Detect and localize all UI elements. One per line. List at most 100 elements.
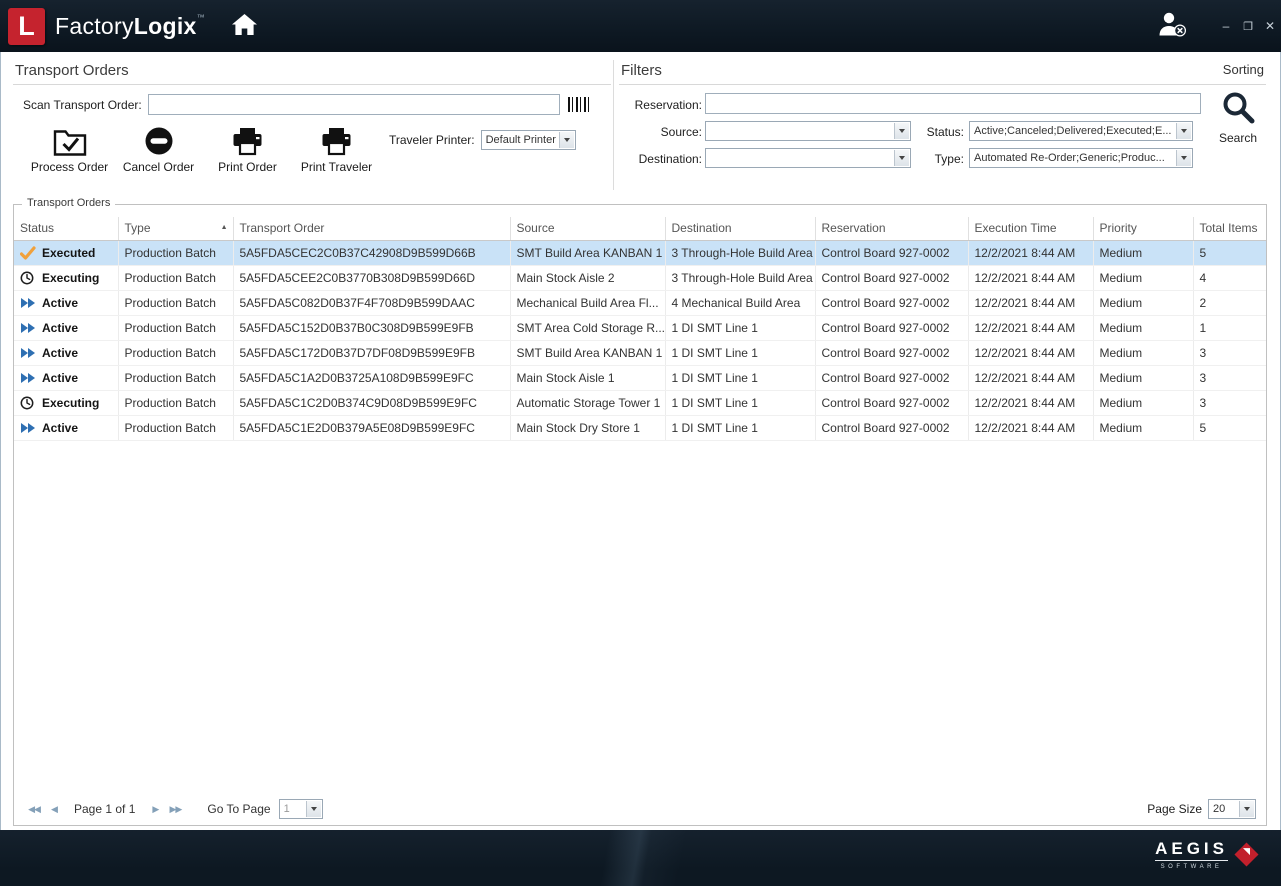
reservation-cell: Control Board 927-0002 [815, 365, 968, 390]
total-items-cell: 5 [1193, 240, 1266, 265]
print-traveler-button[interactable]: Print Traveler [292, 124, 381, 174]
status-text: Executing [42, 271, 99, 285]
status-text: Executed [42, 246, 95, 260]
chevron-down-icon[interactable] [894, 150, 909, 166]
execution-time-cell: 12/2/2021 8:44 AM [968, 415, 1093, 440]
source-cell: Main Stock Dry Store 1 [510, 415, 665, 440]
table-row[interactable]: Executing Production Batch 5A5FDA5C1C2D0… [14, 390, 1266, 415]
priority-cell: Medium [1093, 390, 1193, 415]
type-cell: Production Batch [118, 315, 233, 340]
active-arrow-icon [20, 422, 36, 434]
status-cell: Active [14, 315, 118, 340]
active-arrow-icon [20, 297, 36, 309]
total-items-cell: 4 [1193, 265, 1266, 290]
table-row[interactable]: Active Production Batch 5A5FDA5C082D0B37… [14, 290, 1266, 315]
transport-order-cell: 5A5FDA5C082D0B37F4F708D9B599DAAC [233, 290, 510, 315]
priority-cell: Medium [1093, 365, 1193, 390]
column-header-total-items[interactable]: Total Items [1193, 217, 1266, 240]
cancel-order-button[interactable]: Cancel Order [114, 124, 203, 174]
scan-transport-order-input[interactable] [148, 94, 560, 115]
process-order-icon [53, 124, 87, 156]
content-area: Transport Orders Scan Transport Order: P… [0, 52, 1281, 830]
logo-letter: L [18, 11, 35, 42]
column-header-transport-order[interactable]: Transport Order [233, 217, 510, 240]
page-size-select[interactable]: 20 [1208, 799, 1256, 819]
logout-user-button[interactable] [1155, 10, 1187, 42]
chevron-down-icon[interactable] [1176, 150, 1191, 166]
page-indicator: Page 1 of 1 [74, 802, 135, 816]
destination-cell: 1 DI SMT Line 1 [665, 415, 815, 440]
search-button[interactable]: Search [1211, 90, 1265, 145]
transport-order-cell: 5A5FDA5C1E2D0B379A5E08D9B599E9FC [233, 415, 510, 440]
transport-orders-panel-title: Transport Orders [13, 60, 611, 85]
chevron-down-icon[interactable] [306, 801, 321, 817]
table-row[interactable]: Active Production Batch 5A5FDA5C1A2D0B37… [14, 365, 1266, 390]
first-page-button[interactable]: ◀◀ [24, 800, 44, 818]
table-row[interactable]: Active Production Batch 5A5FDA5C152D0B37… [14, 315, 1266, 340]
print-order-button[interactable]: Print Order [203, 124, 292, 174]
user-logout-icon [1155, 24, 1187, 41]
table-row[interactable]: Executing Production Batch 5A5FDA5CEE2C0… [14, 265, 1266, 290]
chevron-down-icon[interactable] [559, 132, 574, 148]
total-items-cell: 3 [1193, 390, 1266, 415]
sort-ascending-icon: ▲ [221, 224, 228, 231]
traveler-printer-row: Traveler Printer: Default Printer [389, 130, 576, 150]
sorting-section-label[interactable]: Sorting [1223, 62, 1264, 77]
print-traveler-icon [321, 124, 352, 156]
status-text: Active [42, 296, 78, 310]
column-header-priority[interactable]: Priority [1093, 217, 1193, 240]
order-toolbar: Process Order Cancel Order Print Order P… [25, 124, 381, 174]
transport-order-cell: 5A5FDA5C1A2D0B3725A108D9B599E9FC [233, 365, 510, 390]
column-header-destination[interactable]: Destination [665, 217, 815, 240]
traveler-printer-select[interactable]: Default Printer [481, 130, 576, 150]
maximize-button[interactable]: ❐ [1237, 20, 1259, 33]
type-cell: Production Batch [118, 415, 233, 440]
priority-cell: Medium [1093, 290, 1193, 315]
priority-cell: Medium [1093, 315, 1193, 340]
minimize-button[interactable]: – [1215, 19, 1237, 33]
chevron-down-icon[interactable] [894, 123, 909, 139]
column-header-reservation[interactable]: Reservation [815, 217, 968, 240]
barcode-icon [568, 97, 592, 112]
goto-page-input[interactable]: 1 [279, 799, 323, 819]
source-cell: Mechanical Build Area Fl... [510, 290, 665, 315]
process-order-button[interactable]: Process Order [25, 124, 114, 174]
priority-cell: Medium [1093, 340, 1193, 365]
type-cell: Production Batch [118, 240, 233, 265]
next-page-button[interactable]: ▶ [145, 800, 165, 818]
home-icon [231, 24, 258, 39]
source-select[interactable] [705, 121, 911, 141]
close-button[interactable]: ✕ [1259, 19, 1281, 33]
goto-page-label: Go To Page [207, 802, 270, 816]
titlebar: L FactoryLogix™ – ❐ ✕ [0, 0, 1281, 52]
status-text: Active [42, 421, 78, 435]
column-header-status[interactable]: Status [14, 217, 118, 240]
table-row[interactable]: Active Production Batch 5A5FDA5C172D0B37… [14, 340, 1266, 365]
column-header-type[interactable]: Type▲ [118, 217, 233, 240]
total-items-cell: 1 [1193, 315, 1266, 340]
home-button[interactable] [231, 13, 258, 39]
status-select[interactable]: Active;Canceled;Delivered;Executed;E... [969, 121, 1193, 141]
app-title: FactoryLogix™ [55, 13, 205, 40]
previous-page-button[interactable]: ◀ [44, 800, 64, 818]
reservation-cell: Control Board 927-0002 [815, 265, 968, 290]
destination-label: Destination: [619, 152, 702, 166]
execution-time-cell: 12/2/2021 8:44 AM [968, 265, 1093, 290]
last-page-button[interactable]: ▶▶ [165, 800, 185, 818]
type-cell: Production Batch [118, 290, 233, 315]
column-header-source[interactable]: Source [510, 217, 665, 240]
column-header-execution-time[interactable]: Execution Time [968, 217, 1093, 240]
type-select[interactable]: Automated Re-Order;Generic;Produc... [969, 148, 1193, 168]
chevron-down-icon[interactable] [1239, 801, 1254, 817]
reservation-cell: Control Board 927-0002 [815, 240, 968, 265]
chevron-down-icon[interactable] [1176, 123, 1191, 139]
table-row[interactable]: Active Production Batch 5A5FDA5C1E2D0B37… [14, 415, 1266, 440]
reservation-input[interactable] [705, 93, 1201, 114]
active-arrow-icon [20, 322, 36, 334]
table-row[interactable]: Executed Production Batch 5A5FDA5CEC2C0B… [14, 240, 1266, 265]
destination-select[interactable] [705, 148, 911, 168]
priority-cell: Medium [1093, 415, 1193, 440]
reservation-cell: Control Board 927-0002 [815, 290, 968, 315]
active-arrow-icon [20, 372, 36, 384]
footer-bar: AEGIS SOFTWARE [0, 830, 1281, 886]
